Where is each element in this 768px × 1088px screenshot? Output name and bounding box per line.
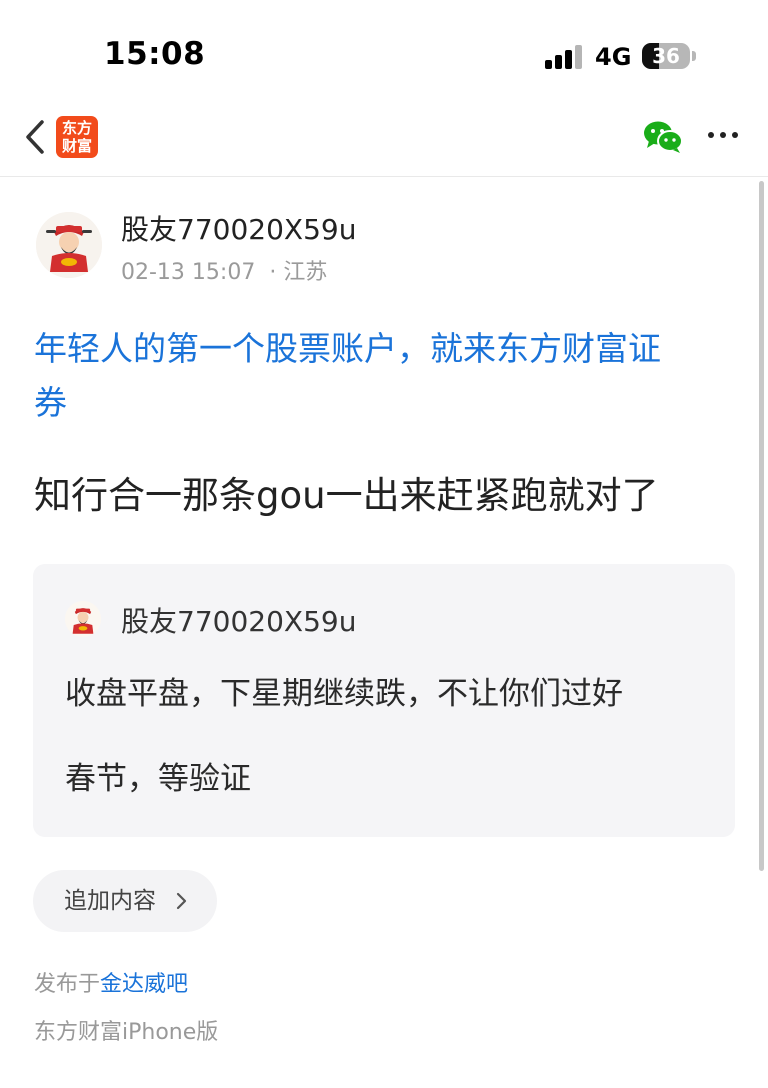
title-line: 券 [34, 383, 67, 422]
wechat-icon[interactable] [643, 120, 683, 154]
bar-link[interactable]: 金达威吧 [100, 972, 188, 997]
quote-author-name[interactable]: 股友770020X59u [121, 600, 356, 640]
published-in: 发布于金达威吧 [34, 966, 188, 998]
logo-line: 财富 [61, 137, 92, 155]
chevron-left-icon[interactable] [22, 118, 50, 156]
quote-text: 收盘平盘，下星期继续跌，不让你们过好 春节，等验证 [65, 672, 705, 802]
status-bar: 15:08 4G 36 [0, 0, 768, 100]
author-name[interactable]: 股友770020X59u [121, 208, 356, 248]
more-icon[interactable] [708, 132, 740, 140]
avatar[interactable] [36, 212, 102, 278]
post-title-link[interactable]: 年轻人的第一个股票账户，就来东方财富证 券 [34, 322, 744, 430]
client-info: 东方财富iPhone版 [34, 1020, 219, 1045]
scrollbar[interactable] [759, 181, 764, 871]
title-line: 年轻人的第一个股票账户，就来东方财富证 [34, 329, 661, 368]
quote-line: 收盘平盘，下星期继续跌，不让你们过好 [65, 676, 623, 712]
signal-icon [545, 45, 585, 69]
post-time: 02-13 15:07 [121, 260, 256, 285]
network-type: 4G [595, 43, 632, 71]
chevron-right-icon [176, 892, 187, 910]
quote-avatar [65, 601, 101, 637]
quoted-post-card[interactable]: 股友770020X59u 收盘平盘，下星期继续跌，不让你们过好 春节，等验证 [33, 564, 735, 837]
append-content-button[interactable]: 追加内容 [33, 870, 217, 932]
published-prefix: 发布于 [34, 972, 101, 997]
battery-cap [692, 51, 696, 61]
battery-level: 36 [652, 44, 680, 68]
post-location: · 江苏 [269, 260, 328, 285]
quote-line: 春节，等验证 [65, 761, 251, 797]
logo-line: 东方 [61, 119, 92, 137]
post-meta: 02-13 15:07 · 江苏 [121, 254, 327, 286]
battery-icon: 36 [642, 43, 690, 69]
nav-bar: 东方 财富 [0, 100, 768, 177]
append-content-label: 追加内容 [64, 888, 156, 914]
app-logo[interactable]: 东方 财富 [56, 116, 98, 158]
post-body: 知行合一那条gou一出来赶紧跑就对了 [34, 474, 659, 517]
status-time: 15:08 [104, 36, 206, 72]
avatar-image [36, 212, 102, 278]
avatar-image [65, 601, 101, 637]
